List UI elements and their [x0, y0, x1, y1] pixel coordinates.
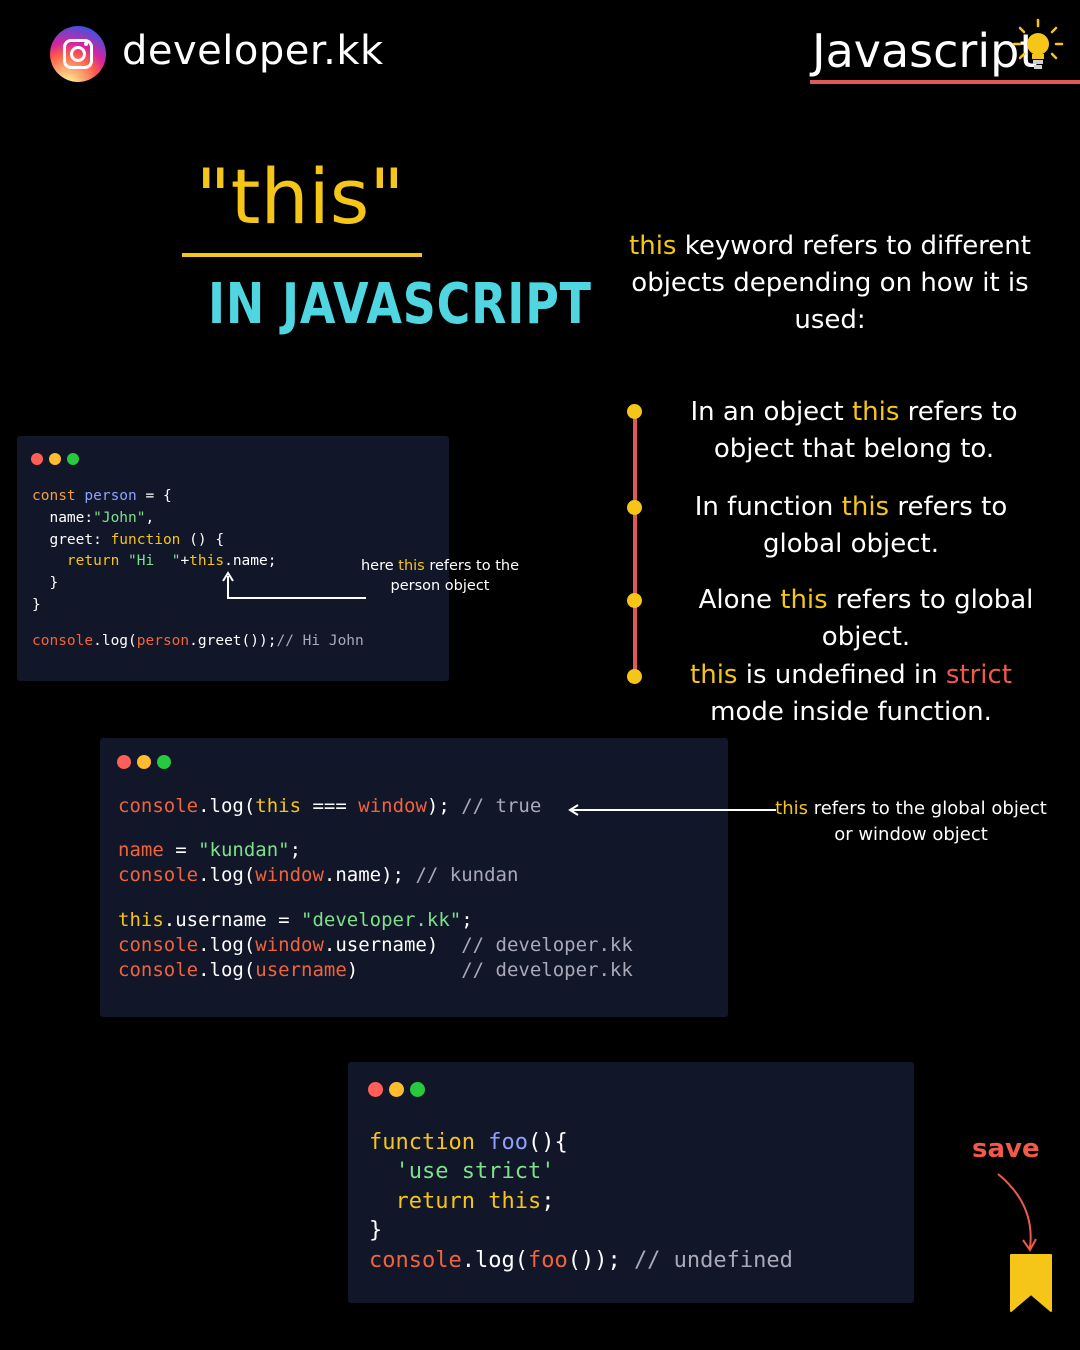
bookmark-icon[interactable] — [1008, 1252, 1054, 1314]
window-controls — [368, 1082, 431, 1101]
code-line: console.log(window.username) // develope… — [118, 933, 633, 956]
account-handle: developer.kk — [122, 28, 384, 74]
code-block: console.log(this === window); // true nam… — [118, 794, 633, 983]
page-title: "this" — [195, 152, 405, 241]
arrow-icon — [568, 804, 776, 816]
page-subtitle: IN JAVASCRIPT — [208, 272, 592, 337]
bullet-dot — [627, 404, 642, 419]
bullet-item-function: In function this refers to global object… — [694, 492, 1008, 559]
code-line: 'use strict' — [395, 1159, 555, 1185]
bullet-timeline — [633, 410, 637, 678]
minimize-dot — [137, 755, 151, 769]
close-dot — [117, 755, 131, 769]
maximize-dot — [157, 755, 171, 769]
code-line: console.log(this === window); // true — [118, 795, 542, 817]
bullet-dot — [627, 593, 642, 608]
code-line: greet: function () { — [32, 531, 225, 548]
code-line: const person = { — [32, 488, 172, 504]
title-divider — [182, 253, 422, 257]
code-line: function foo(){ — [369, 1130, 568, 1155]
bullet-item-object: In an object this refers to object that … — [690, 397, 1018, 464]
code-line: name:"John", — [32, 509, 155, 526]
save-label: save — [972, 1134, 1040, 1164]
annotation-global: this refers to the global object or wind… — [775, 798, 1047, 845]
maximize-dot — [67, 453, 79, 465]
bullet-dot — [627, 669, 642, 684]
code-line: this.username = "developer.kk"; — [118, 908, 473, 931]
intro-text: this keyword refers to different objects… — [622, 228, 1038, 339]
code-block: function foo(){ 'use strict' return this… — [369, 1128, 793, 1275]
instagram-icon — [50, 26, 106, 82]
window-controls — [117, 754, 177, 773]
code-line: console.log(person.greet());// Hi John — [32, 633, 364, 650]
close-dot — [31, 453, 43, 465]
bullet-dot — [627, 500, 642, 515]
intro-body: keyword refers to different objects depe… — [631, 231, 1031, 335]
arrow-icon — [222, 571, 366, 599]
code-window-strict: function foo(){ 'use strict' return this… — [348, 1062, 914, 1303]
window-controls — [31, 450, 85, 469]
minimize-dot — [49, 453, 61, 465]
code-line: } — [369, 1218, 383, 1244]
code-window-global: console.log(this === window); // true nam… — [100, 738, 728, 1017]
bullet-item-alone: Alone this refers to global object. — [698, 585, 1034, 652]
light-bulb-icon — [1012, 18, 1064, 69]
tag-underline — [810, 80, 1080, 84]
close-dot — [368, 1082, 383, 1097]
code-line: console.log(foo()); // undefined — [369, 1247, 793, 1273]
code-line: console.log(window.name); // kundan — [118, 864, 519, 887]
code-line: console.log(username) // developer.kk — [118, 959, 633, 982]
bullet-item-strict: this is undefined in strict mode inside … — [690, 660, 1012, 727]
maximize-dot — [410, 1082, 425, 1097]
annotation-object: here this refers to the person object — [360, 558, 520, 594]
intro-keyword: this — [629, 231, 677, 261]
minimize-dot — [389, 1082, 404, 1097]
code-line: name = "kundan"; — [118, 839, 302, 862]
code-line: return this; — [395, 1188, 555, 1214]
topic-tag: Javascript — [812, 24, 1038, 78]
